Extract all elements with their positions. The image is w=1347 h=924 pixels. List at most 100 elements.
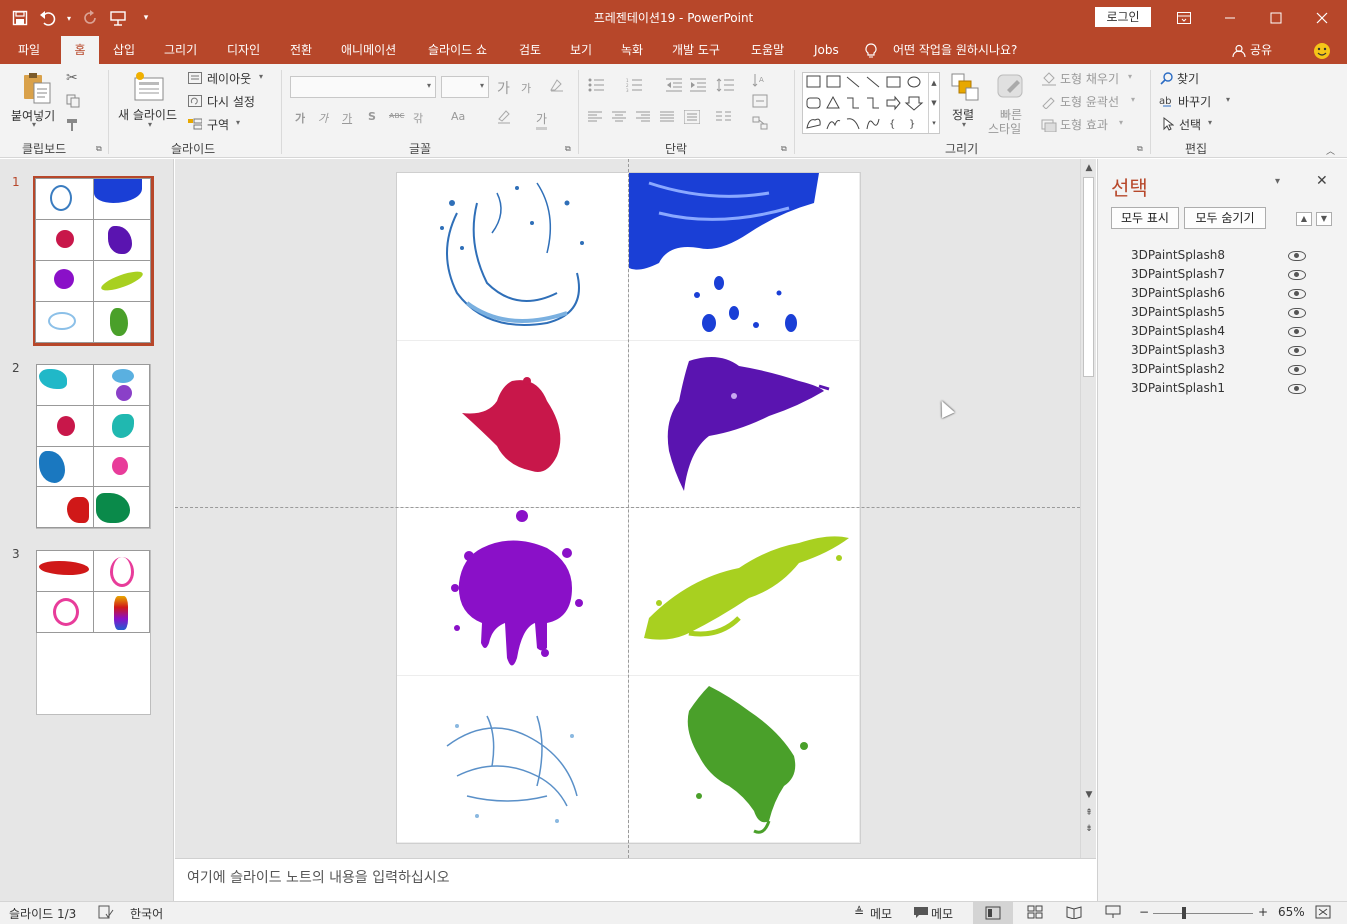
change-case-button[interactable]: Aa [451,110,465,123]
tab-file[interactable]: 파일 [18,36,40,64]
shape-effects-icon[interactable] [1041,118,1057,135]
shape-effects-button[interactable]: 도형 효과 [1060,116,1108,133]
replace-dropdown-icon[interactable]: ▾ [1226,95,1230,104]
save-icon[interactable] [8,6,32,30]
zoom-level[interactable]: 65% [1278,905,1305,919]
visibility-eye-icon[interactable] [1288,346,1306,356]
new-slide-dropdown-icon[interactable]: ▾ [148,120,152,129]
section-icon[interactable] [188,118,203,133]
comments-button[interactable]: 메모 [931,905,953,922]
tab-slideshow[interactable]: 슬라이드 쇼 [428,36,487,64]
reset-icon[interactable] [188,95,202,110]
font-size-dropdown[interactable]: ▾ [441,76,489,98]
minimize-icon[interactable] [1207,0,1253,36]
tab-record[interactable]: 녹화 [621,36,643,64]
redo-icon[interactable] [78,6,102,30]
hide-all-button[interactable]: 모두 숨기기 [1184,207,1266,229]
shadow-button[interactable]: S [368,110,376,123]
close-icon[interactable] [1299,0,1345,36]
scroll-thumb[interactable] [1083,177,1094,377]
visibility-eye-icon[interactable] [1288,365,1306,375]
visibility-eye-icon[interactable] [1288,251,1306,261]
maximize-icon[interactable] [1253,0,1299,36]
zoom-out-icon[interactable]: − [1139,905,1149,919]
zoom-in-icon[interactable]: + [1258,905,1268,919]
shapes-gallery[interactable]: {} ▲ ▼ ▾ [802,72,940,134]
pane-options-dropdown-icon[interactable]: ▾ [1275,176,1280,187]
normal-view-icon[interactable] [973,902,1013,924]
shape-outline-button[interactable]: 도형 윤곽선 [1060,93,1119,110]
undo-dropdown-icon[interactable]: ▾ [64,6,74,30]
horizontal-guide[interactable] [175,507,1080,508]
visibility-eye-icon[interactable] [1288,270,1306,280]
splash-image-light-water[interactable] [397,675,629,843]
visibility-eye-icon[interactable] [1288,308,1306,318]
visibility-eye-icon[interactable] [1288,289,1306,299]
convert-smartart-icon[interactable] [752,116,768,133]
collapse-ribbon-icon[interactable]: ︿ [1326,144,1335,157]
shape-fill-dropdown-icon[interactable]: ▾ [1128,72,1132,81]
slide-thumbnail-3[interactable] [36,550,151,715]
arrange-icon[interactable] [950,72,980,102]
scroll-up-icon[interactable]: ▲ [1082,161,1096,175]
selection-item[interactable]: 3DPaintSplash1 [1131,381,1225,395]
reading-view-icon[interactable] [1066,905,1082,922]
tab-developer[interactable]: 개발 도구 [672,36,720,64]
align-left-icon[interactable] [588,111,602,126]
select-button[interactable]: 선택 [1179,116,1201,133]
tab-home[interactable]: 홈 [61,36,99,64]
present-from-start-icon[interactable] [106,6,130,30]
copy-icon[interactable] [66,94,80,111]
language-indicator[interactable]: 한국어 [130,905,163,922]
align-right-icon[interactable] [636,111,650,126]
editor-scrollbar[interactable]: ▲ ▼ ⇞ ⇟ [1080,159,1096,858]
font-name-dropdown[interactable]: ▾ [290,76,436,98]
align-center-icon[interactable] [612,111,626,126]
quick-styles-label-2[interactable]: 스타일 [988,120,1021,137]
bring-forward-icon[interactable]: ▲ [1296,212,1312,226]
layout-button[interactable]: 레이아웃 [207,70,251,87]
tab-help[interactable]: 도움말 [751,36,784,64]
tab-transitions[interactable]: 전환 [290,36,312,64]
underline-button[interactable]: 가 [342,110,352,126]
format-painter-icon[interactable] [66,118,80,135]
selection-item[interactable]: 3DPaintSplash8 [1131,248,1225,262]
selection-item[interactable]: 3DPaintSplash3 [1131,343,1225,357]
paste-icon[interactable] [20,71,54,105]
selection-item[interactable]: 3DPaintSplash4 [1131,324,1225,338]
shape-fill-icon[interactable] [1041,72,1057,89]
italic-button[interactable]: 가 [318,110,328,126]
tab-view[interactable]: 보기 [570,36,592,64]
select-arrow-icon[interactable] [1162,116,1175,134]
slide-show-icon[interactable] [1105,905,1121,922]
bullets-icon[interactable] [588,78,606,95]
clipboard-dialog-launcher-icon[interactable]: ⧉ [96,144,102,154]
layout-icon[interactable] [188,72,202,87]
splash-image-violet[interactable] [397,508,629,676]
zoom-slider[interactable] [1153,907,1253,919]
shape-outline-icon[interactable] [1041,95,1057,112]
section-button[interactable]: 구역 [207,116,229,133]
ribbon-display-options-icon[interactable] [1161,0,1207,36]
replace-icon[interactable]: ab [1159,94,1175,111]
highlight-icon[interactable] [496,108,512,127]
tab-review[interactable]: 검토 [519,36,541,64]
justify-icon[interactable] [660,111,674,126]
selection-item[interactable]: 3DPaintSplash7 [1131,267,1225,281]
cut-icon[interactable]: ✂ [66,70,78,86]
splash-image-blue[interactable] [628,173,860,341]
layout-dropdown-icon[interactable]: ▾ [259,72,263,81]
login-button[interactable]: 로그인 [1095,7,1151,27]
tell-me-search[interactable]: 어떤 작업을 원하시나요? [893,36,1017,64]
previous-slide-icon[interactable]: ⇞ [1082,806,1096,820]
visibility-eye-icon[interactable] [1288,327,1306,337]
shape-fill-button[interactable]: 도형 채우기 [1060,70,1119,87]
splash-image-green[interactable] [628,675,860,843]
numbering-icon[interactable]: 123 [626,78,644,95]
tab-design[interactable]: 디자인 [227,36,260,64]
text-direction-icon[interactable]: A [752,72,768,91]
line-spacing-icon[interactable] [716,78,734,95]
selection-item[interactable]: 3DPaintSplash2 [1131,362,1225,376]
tab-insert[interactable]: 삽입 [113,36,135,64]
splash-image-indigo[interactable] [628,340,860,508]
